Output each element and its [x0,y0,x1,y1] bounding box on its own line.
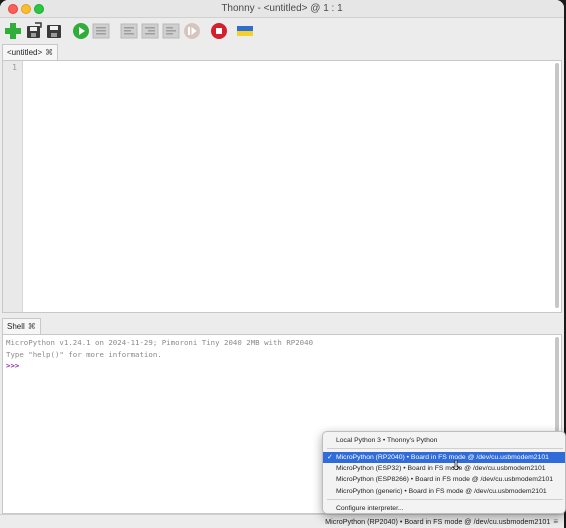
shell-tab-bar: Shell ⌘ [0,318,564,334]
open-icon [27,22,42,38]
line-number: 1 [12,63,17,72]
menu-item-generic[interactable]: MicroPython (generic) • Board in FS mode… [323,486,565,497]
shell-help-line: Type "help()" for more information. [6,350,162,359]
run-icon [73,23,89,39]
tab-close-icon[interactable]: ⌘ [28,319,36,334]
window-title: Thonny - <untitled> @ 1 : 1 [221,3,343,14]
status-bar: MicroPython (RP2040) • Board in FS mode … [0,514,564,528]
step-out-icon [162,23,180,39]
menu-item-label: MicroPython (ESP8266) • Board in FS mode… [336,476,554,483]
step-over-button[interactable] [120,22,138,40]
mouse-pointer-icon [452,460,460,470]
tab-close-icon[interactable]: ⌘ [45,45,53,60]
tab-untitled[interactable]: <untitled> ⌘ [2,44,59,60]
step-out-button[interactable] [162,22,180,40]
menu-item-rp2040[interactable]: ✓ MicroPython (RP2040) • Board in FS mod… [323,452,565,463]
open-file-button[interactable] [25,22,43,40]
shell-prompt: >>> [6,361,20,370]
menu-separator [327,499,563,500]
stop-icon [211,23,227,39]
menu-item-esp32[interactable]: MicroPython (ESP32) • Board in FS mode @… [323,463,565,474]
step-into-icon [141,23,159,39]
tab-untitled-label: <untitled> [7,48,43,57]
menu-item-esp8266[interactable]: MicroPython (ESP8266) • Board in FS mode… [323,474,565,485]
shell-banner: MicroPython v1.24.1 on 2024-11-29; Pimor… [6,338,314,347]
interpreter-label: MicroPython (RP2040) • Board in FS mode … [325,517,551,526]
stop-button[interactable] [210,22,228,40]
support-ukraine-button[interactable] [236,22,254,40]
tab-shell-label: Shell [7,322,25,331]
menu-icon: ≡ [553,517,558,526]
step-into-button[interactable] [141,22,159,40]
menu-item-local-python[interactable]: Local Python 3 • Thonny's Python [323,435,565,446]
step-over-icon [120,23,138,39]
line-number-gutter: 1 [3,61,23,312]
menu-item-label: Local Python 3 • Thonny's Python [336,437,438,444]
debug-icon [92,23,110,39]
plus-icon [5,23,21,39]
tab-shell[interactable]: Shell ⌘ [2,318,41,334]
menu-item-label: MicroPython (generic) • Board in FS mode… [336,488,547,495]
toolbar [0,18,564,44]
menu-item-label: MicroPython (RP2040) • Board in FS mode … [336,454,549,461]
title-bar: Thonny - <untitled> @ 1 : 1 [0,0,564,18]
menu-item-label: Configure interpreter... [336,505,404,512]
save-icon [47,25,61,38]
save-file-button[interactable] [45,22,63,40]
checkmark-icon: ✓ [327,454,333,461]
new-file-button[interactable] [4,22,22,40]
code-editor[interactable]: 1 [2,60,562,313]
menu-item-label: MicroPython (ESP32) • Board in FS mode @… [336,465,546,472]
resume-icon [184,23,200,39]
editor-scrollbar[interactable] [555,63,559,308]
menu-separator [327,448,563,449]
ukraine-flag-icon [237,26,253,36]
interpreter-selector[interactable]: MicroPython (RP2040) • Board in FS mode … [325,516,558,528]
shell-scrollbar[interactable] [555,337,559,437]
editor-tab-bar: <untitled> ⌘ [0,44,564,60]
resume-button[interactable] [183,22,201,40]
menu-item-configure-interpreter[interactable]: Configure interpreter... [323,503,565,513]
run-button[interactable] [72,22,90,40]
debug-button[interactable] [92,22,110,40]
interpreter-menu: Local Python 3 • Thonny's Python ✓ Micro… [322,431,566,514]
